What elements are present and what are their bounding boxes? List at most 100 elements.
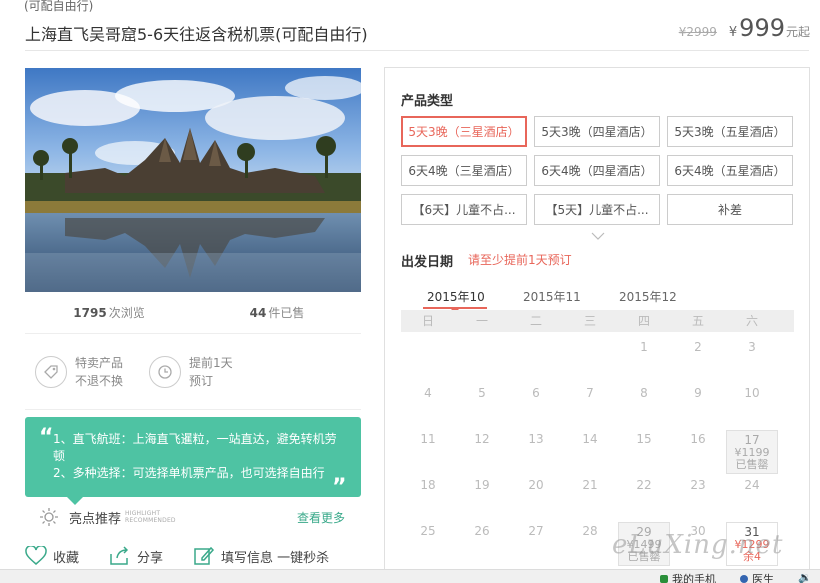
currency-sign: ¥	[728, 25, 738, 40]
calendar-day: 10	[726, 384, 778, 428]
chevron-down-icon[interactable]	[591, 232, 605, 240]
taskbar: 我的手机 医生 🔉	[0, 569, 820, 583]
calendar-day: 16	[672, 430, 724, 474]
calendar-day-number: 21	[582, 478, 598, 492]
calendar-day: 24	[726, 476, 778, 520]
type-option-5[interactable]: 6天4晚（五星酒店）	[667, 155, 793, 186]
calendar-day-number: 1	[640, 340, 648, 354]
calendar-day: 7	[564, 384, 616, 428]
calendar-day: 1	[618, 338, 670, 382]
left-column: 1795 次浏览 44 件已售 特卖产品 不退不换 提前1天 预订 “ 1、直飞航班：上…	[25, 68, 361, 535]
tab-month-dec[interactable]: 2015年12	[593, 288, 689, 309]
calendar-day: 17 ¥1199 已售罄	[726, 430, 778, 474]
calendar-day-number: 26	[474, 524, 490, 538]
heart-icon	[25, 546, 47, 565]
weekday-label: 六	[745, 314, 758, 328]
weekday-label: 三	[583, 314, 596, 328]
highlight-box: “ 1、直飞航班：上海直飞暹粒，一站直达，避免转机劳顿 2、多种选择：可选择单机…	[25, 417, 361, 505]
calendar-day: 23	[672, 476, 724, 520]
calendar-day-number: 28	[582, 524, 598, 538]
favorite-button[interactable]: 收藏	[25, 546, 79, 566]
current-price: 999	[739, 14, 785, 42]
calendar-day-number: 20	[528, 478, 544, 492]
price-box: ¥2999 ¥ 999 元起	[679, 14, 810, 42]
original-price: ¥2999	[678, 25, 717, 39]
type-option-7[interactable]: 【5天】儿童不占...	[534, 194, 660, 225]
calendar-day: 21	[564, 476, 616, 520]
stats-bar: 1795 次浏览 44 件已售	[25, 292, 361, 334]
calendar-day-number: 11	[420, 432, 436, 446]
departure-title: 出发日期	[401, 255, 454, 270]
calendar-day: 11	[402, 430, 454, 474]
share-icon	[110, 546, 129, 565]
calendar-day-number: 2	[694, 340, 702, 354]
calendar-day-number: 6	[532, 386, 540, 400]
price-suffix: 元起	[785, 25, 810, 39]
highlight-footer: 亮点推荐 HIGHLIGHT RECOMMENDED 查看更多	[25, 499, 361, 535]
calendar-day: 4	[402, 384, 454, 428]
type-option-1[interactable]: 5天3晚（四星酒店）	[534, 116, 660, 147]
calendar-day: 19	[456, 476, 508, 520]
quick-order-button[interactable]: 填写信息 一键秒杀	[193, 546, 329, 566]
calendar-day-number: 12	[474, 432, 490, 446]
type-option-4[interactable]: 6天4晚（四星酒店）	[534, 155, 660, 186]
highlight-label-en: HIGHLIGHT RECOMMENDED	[125, 510, 176, 524]
calendar-day-number: 18	[420, 478, 436, 492]
calendar-day-number: 24	[744, 478, 760, 492]
taskbar-item-doctor[interactable]: 医生	[740, 571, 774, 583]
highlight-text-1: 1、直飞航班：上海直飞暹粒，一站直达，避免转机劳顿	[53, 432, 337, 463]
calendar-day: 2	[672, 338, 724, 382]
calendar-day-number: 10	[744, 386, 760, 400]
angkor-wat-image	[25, 68, 361, 292]
views-stat: 1795 次浏览	[73, 306, 145, 320]
calendar-day-number: 25	[420, 524, 436, 538]
sound-icon: 🔉	[798, 571, 812, 583]
share-button[interactable]: 分享	[109, 546, 163, 566]
calendar-day-number: 27	[528, 524, 544, 538]
calendar-day-number: 4	[424, 386, 432, 400]
action-bar: 收藏 分享 填写信息 一键秒杀	[25, 546, 361, 566]
page-title: 上海直飞吴哥窟5-6天往返含税机票(可配自由行)	[25, 25, 368, 44]
calendar-day-number: 19	[474, 478, 490, 492]
view-more-link[interactable]: 查看更多	[297, 509, 345, 526]
calendar-day: 18	[402, 476, 454, 520]
type-option-3[interactable]: 6天4晚（三星酒店）	[401, 155, 527, 186]
sun-icon	[40, 508, 58, 526]
type-option-0[interactable]: 5天3晚（三星酒店）	[401, 116, 527, 147]
calendar-day-number: 13	[528, 432, 544, 446]
weekday-label: 五	[691, 314, 704, 328]
clock-icon	[149, 355, 182, 388]
tab-month-oct[interactable]: 2015年10	[401, 288, 497, 313]
watermark: eLuXing.net	[612, 530, 784, 560]
month-tabs: 2015年10 2015年11 2015年12	[401, 288, 689, 313]
calendar-day-number: 9	[694, 386, 702, 400]
doctor-icon	[740, 575, 748, 583]
calendar-day: 12	[456, 430, 508, 474]
sold-stat: 44 件已售	[249, 306, 305, 320]
taskbar-item-phone[interactable]: 我的手机	[660, 571, 716, 583]
feature-sale: 特卖产品 不退不换	[35, 354, 123, 390]
booking-panel: 产品类型 5天3晚（三星酒店） 5天3晚（四星酒店） 5天3晚（五星酒店） 6天…	[384, 67, 810, 583]
highlight-text-2: 2、多种选择：可选择单机票产品，也可选择自由行	[53, 466, 325, 480]
highlight-label: 亮点推荐	[69, 511, 122, 527]
calendar-day: 22	[618, 476, 670, 520]
quote-right: „	[332, 463, 347, 488]
weekday-label: 日	[421, 314, 434, 328]
calendar-day: 5	[456, 384, 508, 428]
feature-advance: 提前1天 预订	[149, 354, 233, 390]
calendar-day: 28	[564, 522, 616, 566]
type-option-2[interactable]: 5天3晚（五星酒店）	[667, 116, 793, 147]
calendar-day: 20	[510, 476, 562, 520]
weekday-header: 日 一 二 三 四 五 六	[401, 310, 794, 332]
weekday-label: 二	[529, 314, 542, 328]
product-photo[interactable]	[25, 68, 361, 292]
calendar-day: 8	[618, 384, 670, 428]
tab-month-nov[interactable]: 2015年11	[497, 288, 593, 309]
calendar-day-number: 3	[748, 340, 756, 354]
title-divider	[25, 50, 809, 51]
subtitle-cut: (可配自由行)	[24, 0, 94, 13]
type-option-8[interactable]: 补差	[667, 194, 793, 225]
calendar-day-status: 已售罄	[735, 458, 769, 471]
type-option-6[interactable]: 【6天】儿童不占...	[401, 194, 527, 225]
taskbar-item-more[interactable]: 🔉	[798, 571, 812, 583]
